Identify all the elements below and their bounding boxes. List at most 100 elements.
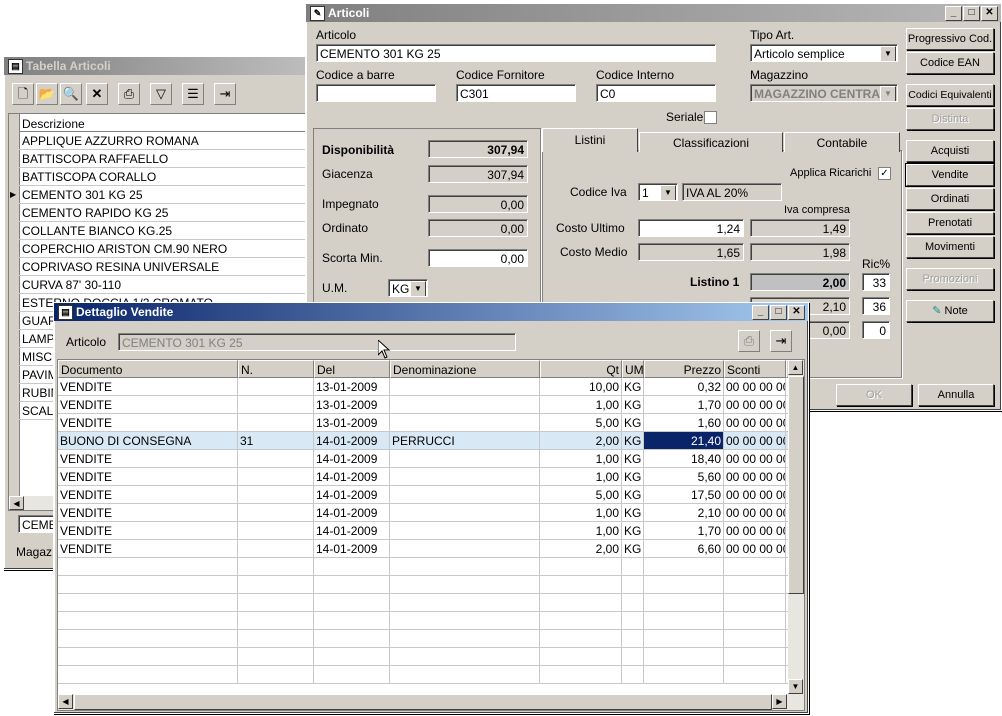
filter-icon[interactable]: ▽ xyxy=(150,83,172,105)
list-item[interactable]: APPLIQUE AZZURRO ROMANA xyxy=(19,132,305,150)
table-row[interactable]: VENDITE14-01-20092,00KG6,6000 00 00 001 xyxy=(58,540,804,558)
print-icon[interactable]: ⎙ xyxy=(738,330,760,352)
tipo-art-select[interactable]: Articolo semplice ▼ xyxy=(750,44,898,62)
scroll-right-icon[interactable]: ▶ xyxy=(772,694,787,709)
chevron-down-icon[interactable]: ▼ xyxy=(880,86,896,101)
distinta-button[interactable]: Distinta xyxy=(906,108,994,130)
maximize-icon[interactable]: □ xyxy=(963,6,980,21)
list-item[interactable]: BATTISCOPA RAFFAELLO xyxy=(19,150,305,168)
maximize-icon[interactable]: □ xyxy=(770,305,787,320)
scroll-left-icon[interactable]: ◀ xyxy=(9,496,24,510)
table-row[interactable]: VENDITE14-01-20095,00KG17,5000 00 00 001 xyxy=(58,486,804,504)
seriale-checkbox[interactable] xyxy=(704,111,717,124)
note-button[interactable]: ✎ Note xyxy=(906,300,994,322)
listino-2-ric[interactable]: 36 xyxy=(862,297,890,315)
table-row[interactable]: VENDITE14-01-20091,00KG18,4000 00 00 003 xyxy=(58,450,804,468)
list-item[interactable]: CEMENTO 301 KG 25 xyxy=(19,186,305,204)
chevron-down-icon[interactable]: ▼ xyxy=(410,281,426,296)
codice-ean-button[interactable]: Codice EAN xyxy=(906,52,994,74)
list-item[interactable]: COPRIVASO RESINA UNIVERSALE xyxy=(19,258,305,276)
table-row[interactable] xyxy=(58,630,804,648)
open-folder-icon[interactable]: 📂 xyxy=(36,83,58,105)
codici-equivalenti-button[interactable]: Codici Equivalenti xyxy=(906,84,994,106)
ok-button[interactable]: OK xyxy=(836,384,912,406)
table-row[interactable]: VENDITE14-01-20091,00KG1,7000 00 00 001 xyxy=(58,522,804,540)
chevron-down-icon[interactable]: ▼ xyxy=(880,46,896,61)
codice-iva-select[interactable]: 1 ▼ xyxy=(638,183,678,201)
articolo-field[interactable]: CEMENTO 301 KG 25 xyxy=(316,44,716,62)
applica-ricarichi-checkbox[interactable]: ✓ xyxy=(878,167,891,180)
column-header-prezzo[interactable]: Prezzo xyxy=(644,360,724,378)
close-icon[interactable]: ✕ xyxy=(981,6,998,21)
chevron-down-icon[interactable]: ▼ xyxy=(660,185,676,200)
column-header-sconti[interactable]: Sconti xyxy=(724,360,786,378)
table-row[interactable] xyxy=(58,612,804,630)
table-row[interactable] xyxy=(58,594,804,612)
scroll-down-icon[interactable]: ▼ xyxy=(788,679,803,694)
table-row[interactable]: VENDITE14-01-20091,00KG5,6000 00 00 001 xyxy=(58,468,804,486)
column-header-qt[interactable]: Qt xyxy=(540,360,622,378)
tab-classificazioni[interactable]: Classificazioni xyxy=(639,132,783,152)
codice-barre-field[interactable] xyxy=(316,84,436,102)
scroll-up-icon[interactable]: ▲ xyxy=(788,360,803,375)
table-row[interactable] xyxy=(58,558,804,576)
table-row[interactable] xyxy=(58,666,804,684)
movimenti-button[interactable]: Movimenti xyxy=(906,236,994,258)
delete-icon[interactable]: ✕ xyxy=(86,83,108,105)
codice-interno-field[interactable]: C0 xyxy=(596,84,716,102)
list-item[interactable]: CURVA 87' 30-110 xyxy=(19,276,305,294)
um-select[interactable]: KG ▼ xyxy=(388,279,428,297)
minimize-icon[interactable]: _ xyxy=(752,305,769,320)
column-header-documento[interactable]: Documento xyxy=(58,360,238,378)
table-row[interactable]: VENDITE14-01-20091,00KG2,1000 00 00 001 xyxy=(58,504,804,522)
progressivo-cod-button[interactable]: Progressivo Cod. xyxy=(906,28,994,50)
vendite-button[interactable]: Vendite xyxy=(905,163,995,187)
scroll-left-icon[interactable]: ◀ xyxy=(58,694,73,709)
tab-listini[interactable]: Listini xyxy=(542,128,638,152)
column-header-n[interactable]: N. xyxy=(238,360,314,378)
scroll-thumb[interactable] xyxy=(788,376,804,594)
list-item[interactable]: COPERCHIO ARISTON CM.90 NERO xyxy=(19,240,305,258)
prenotati-button[interactable]: Prenotati xyxy=(906,212,994,234)
search-icon[interactable]: 🔍 xyxy=(60,83,82,105)
magazzino-select[interactable]: MAGAZZINO CENTRALI ▼ xyxy=(750,84,898,102)
exit-icon[interactable]: ⇥ xyxy=(214,83,236,105)
minimize-icon[interactable]: _ xyxy=(945,6,962,21)
horizontal-scrollbar[interactable]: ◀ ▶ xyxy=(58,694,804,710)
list-item[interactable]: BATTISCOPA CORALLO xyxy=(19,168,305,186)
ordinati-button[interactable]: Ordinati xyxy=(906,188,994,210)
list-item[interactable]: CEMENTO RAPIDO KG 25 xyxy=(19,204,305,222)
tabella-titlebar[interactable]: ▤ Tabella Articoli xyxy=(4,57,322,75)
table-row[interactable]: VENDITE13-01-20091,00KG1,7000 00 00 001 xyxy=(58,396,804,414)
table-row[interactable]: BUONO DI CONSEGNA 31 14-01-2009 PERRUCCI 2,0… xyxy=(58,432,804,450)
tab-contabile[interactable]: Contabile xyxy=(784,132,900,152)
costo-ultimo-field[interactable]: 1,24 xyxy=(638,219,744,237)
vertical-scrollbar[interactable]: ▲ ▼ xyxy=(788,360,804,694)
table-row[interactable]: VENDITE13-01-200910,00KG0,3200 00 00 001 xyxy=(58,378,804,396)
column-header-del[interactable]: Del xyxy=(314,360,390,378)
scorta-min-field[interactable]: 0,00 xyxy=(428,249,528,267)
list-icon[interactable]: ☰ xyxy=(182,83,204,105)
vendite-grid[interactable]: Documento N. Del Denominazione Qt UM Prezzo Sco… xyxy=(57,359,805,711)
table-cell: VENDITE xyxy=(58,378,238,396)
table-row[interactable]: VENDITE13-01-20095,00KG1,6000 00 00 001 xyxy=(58,414,804,432)
list-item[interactable]: COLLANTE BIANCO KG.25 xyxy=(19,222,305,240)
column-header-um[interactable]: UM xyxy=(622,360,644,378)
table-row[interactable] xyxy=(58,576,804,594)
scroll-thumb[interactable] xyxy=(74,694,772,710)
exit-icon[interactable]: ⇥ xyxy=(770,330,792,352)
annulla-button[interactable]: Annulla xyxy=(918,384,994,406)
articoli-titlebar[interactable]: ✎ Articoli _ □ ✕ xyxy=(306,4,1001,22)
close-icon[interactable]: ✕ xyxy=(788,305,805,320)
acquisti-button[interactable]: Acquisti xyxy=(906,140,994,162)
listino-1-ric[interactable]: 33 xyxy=(862,273,890,291)
print-icon[interactable]: ⎙ xyxy=(118,83,140,105)
codice-fornitore-field[interactable]: C301 xyxy=(456,84,576,102)
table-row[interactable] xyxy=(58,648,804,666)
listino-3-ric[interactable]: 0 xyxy=(862,321,890,339)
new-icon[interactable]: 🗋 xyxy=(12,83,34,105)
dettaglio-titlebar[interactable]: ▤ Dettaglio Vendite _ □ ✕ xyxy=(54,303,808,321)
column-header-denominazione[interactable]: Denominazione xyxy=(390,360,540,378)
promozioni-button[interactable]: Promozioni xyxy=(906,268,994,290)
column-header-descrizione[interactable]: Descrizione xyxy=(19,114,305,132)
